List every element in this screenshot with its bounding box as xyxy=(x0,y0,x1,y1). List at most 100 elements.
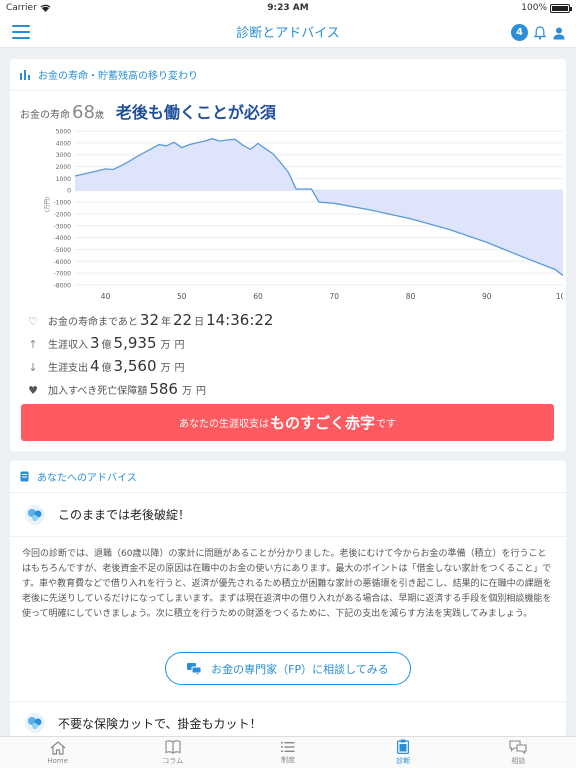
x-tick-label: 50 xyxy=(177,292,187,301)
y-tick-label: -8000 xyxy=(54,283,72,290)
stat-label: 加入すべき死亡保障額 xyxy=(48,386,148,397)
alert-emphasis: ものすごく赤字 xyxy=(269,414,375,432)
alert-suffix: です xyxy=(376,419,396,430)
chat-icon xyxy=(509,739,527,754)
stats-list: ♡ お金の寿命まであと 32 年 22 日 14:36:22 ↑ 生涯収入 3 … xyxy=(22,311,554,403)
remaining-time: 14:36:22 xyxy=(206,311,274,329)
advice-heading: 不要な保険カットで、掛金もカット！ xyxy=(10,702,566,736)
page-title: 診断とアドバイス xyxy=(236,26,340,41)
remaining-days: 22 xyxy=(173,311,193,329)
man-unit: 万 xyxy=(160,363,171,374)
x-tick-label: 100 xyxy=(556,292,563,301)
tab-system[interactable]: 制度 xyxy=(230,737,345,768)
stat-expense: ↓ 生涯支出 4 億 3,560 万 円 xyxy=(22,357,554,380)
heart-outline-icon: ♡ xyxy=(28,315,38,328)
tab-bar: Home コラム 制度 診断 相談 xyxy=(0,736,576,768)
list-icon xyxy=(281,741,295,752)
stat-label: お金の寿命まであと xyxy=(48,317,138,328)
tab-home[interactable]: Home xyxy=(0,737,115,768)
advice-card: あなたへのアドバイス このままでは老後破綻！ 今回の診断では、退職（60歳以降）… xyxy=(10,461,566,736)
card-title: あなたへのアドバイス xyxy=(37,473,137,484)
yen-unit: 円 xyxy=(174,340,185,351)
arrow-up-icon: ↑ xyxy=(28,338,38,351)
card-header: あなたへのアドバイス xyxy=(10,461,566,493)
home-icon xyxy=(50,740,65,755)
expense-oku: 4 xyxy=(90,357,100,375)
notification-badge[interactable]: 4 xyxy=(511,24,528,41)
lifespan-label: お金の寿命 xyxy=(20,110,70,121)
y-tick-label: -1000 xyxy=(54,200,72,207)
battery-icon xyxy=(550,3,572,13)
remaining-years: 32 xyxy=(139,311,159,329)
tab-diagnosis[interactable]: 診断 xyxy=(346,737,461,768)
years-unit: 年 xyxy=(161,317,171,328)
bell-icon[interactable] xyxy=(534,25,546,40)
stat-remaining: ♡ お金の寿命まであと 32 年 22 日 14:36:22 xyxy=(22,311,554,334)
savings-chart: 5000 4000 3000 2000 1000 0 -1000 -2000 -3000 -400… xyxy=(44,129,563,301)
oku-unit: 億 xyxy=(101,363,112,374)
battery-percent: 100% xyxy=(521,3,547,13)
user-icon[interactable] xyxy=(552,26,566,40)
card-title: お金の寿命・貯蓄残高の移り変わり xyxy=(38,71,198,82)
x-tick-label: 60 xyxy=(253,292,263,301)
advice-body: 今回の診断では、退職（60歳以降）の家計に問題があることが分かりました。老後にむ… xyxy=(22,549,552,619)
arrow-down-icon: ↓ xyxy=(28,361,38,374)
bar-chart-icon xyxy=(20,69,30,80)
advice-title: このままでは老後破綻！ xyxy=(58,508,191,522)
y-tick-label: -7000 xyxy=(54,271,72,278)
adviser-avatar-icon xyxy=(25,504,45,525)
tab-column[interactable]: コラム xyxy=(115,737,230,768)
tab-label: 診断 xyxy=(396,757,411,765)
lifespan-summary: お金の寿命 68 歳 老後も働くことが必須 xyxy=(20,99,276,123)
y-tick-label: -5000 xyxy=(54,247,72,254)
income-man: 5,935 xyxy=(113,334,157,352)
advice-item: 不要な保険カットで、掛金もカット！ xyxy=(10,701,566,736)
y-tick-label: -4000 xyxy=(54,235,72,242)
expense-man: 3,560 xyxy=(113,357,157,375)
alert-prefix: あなたの生涯収支は xyxy=(178,419,269,430)
man-unit: 万 xyxy=(181,386,192,397)
yen-unit: 円 xyxy=(174,363,185,374)
advice-heading: このままでは老後破綻！ xyxy=(10,493,566,537)
y-tick-label: 5000 xyxy=(56,129,71,136)
x-tick-label: 80 xyxy=(406,292,416,301)
tab-label: 制度 xyxy=(281,755,295,764)
x-tick-label: 40 xyxy=(101,292,111,301)
consult-button-label: お金の専門家（FP）に相談してみる xyxy=(211,662,389,676)
verdict-text: 老後も働くことが必須 xyxy=(115,103,276,122)
y-tick-label: 3000 xyxy=(56,152,71,159)
y-tick-label: -2000 xyxy=(54,211,72,218)
stat-income: ↑ 生涯収入 3 億 5,935 万 円 xyxy=(22,334,554,357)
tab-label: 相談 xyxy=(511,756,526,765)
savings-area xyxy=(75,138,563,276)
days-unit: 日 xyxy=(194,317,205,328)
consult-fp-button[interactable]: お金の専門家（FP）に相談してみる xyxy=(165,652,411,685)
battery: 100% xyxy=(521,3,572,13)
tab-label: Home xyxy=(47,756,68,765)
adviser-avatar-icon xyxy=(25,713,45,733)
book-icon xyxy=(165,739,181,754)
advice-title: 不要な保険カットで、掛金もカット！ xyxy=(58,716,262,731)
man-unit: 万 xyxy=(160,340,171,351)
y-tick-label: 4000 xyxy=(56,140,71,147)
y-tick-label: -3000 xyxy=(54,223,72,230)
x-tick-label: 90 xyxy=(482,292,492,301)
clipboard-icon xyxy=(397,739,410,754)
stat-label: 生涯支出 xyxy=(48,363,88,374)
x-tick-label: 70 xyxy=(329,292,339,301)
insurance-value: 586 xyxy=(149,380,178,398)
money-lifespan-card: お金の寿命・貯蓄残高の移り変わり お金の寿命 68 歳 老後も働くことが必須 5… xyxy=(10,59,566,451)
yen-unit: 円 xyxy=(195,386,206,397)
status-bar: Carrier 9:23 AM 100% xyxy=(0,0,576,16)
status-time: 9:23 AM xyxy=(267,3,309,13)
tab-label: コラム xyxy=(162,756,184,765)
document-icon xyxy=(20,471,29,482)
y-tick-label: 2000 xyxy=(56,164,71,171)
lifespan-unit: 歳 xyxy=(94,111,104,121)
chat-bubbles-icon xyxy=(187,662,202,675)
tab-consult[interactable]: 相談 xyxy=(461,737,576,768)
navbar: 診断とアドバイス 4 xyxy=(0,16,576,48)
lifespan-age: 68 xyxy=(72,102,95,123)
y-tick-label: -6000 xyxy=(54,259,72,266)
y-tick-label: 0 xyxy=(67,188,71,195)
